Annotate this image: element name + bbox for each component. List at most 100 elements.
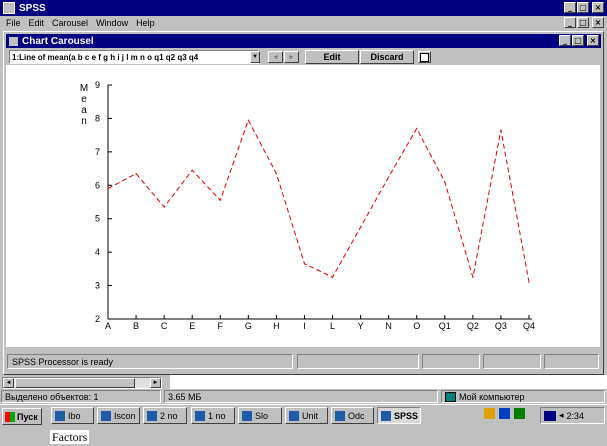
computer-icon bbox=[445, 391, 456, 402]
x-tick-label: C bbox=[161, 321, 168, 331]
taskbar-button-2[interactable]: Iscon bbox=[97, 407, 140, 424]
menu-close-button[interactable]: × bbox=[592, 17, 604, 28]
app-icon bbox=[147, 410, 157, 421]
chart-window-icon bbox=[9, 36, 18, 46]
menu-bar: File Edit Carousel Window Help _ □ × bbox=[0, 16, 607, 30]
taskbar-button-4[interactable]: 1 no bbox=[191, 407, 235, 424]
x-tick-label: Q3 bbox=[495, 321, 507, 331]
y-tick-label: 2 bbox=[95, 314, 100, 324]
menu-edit[interactable]: Edit bbox=[29, 18, 45, 28]
x-tick-label: Q2 bbox=[467, 321, 479, 331]
close-button[interactable]: × bbox=[592, 2, 604, 13]
taskbar-button-7[interactable]: Odc bbox=[331, 407, 374, 424]
system-tray: ◂ 2:34 bbox=[540, 407, 605, 424]
arrow-right-icon: ► bbox=[288, 53, 295, 61]
data-point bbox=[135, 172, 137, 175]
scroll-left-button[interactable]: ◄ bbox=[3, 378, 14, 388]
taskbar-button-6[interactable]: Unit bbox=[285, 407, 328, 424]
data-point bbox=[388, 176, 390, 178]
objects-selected-status: Выделено объектов: 1 bbox=[1, 390, 161, 403]
keyboard-layout-icon[interactable] bbox=[544, 410, 556, 421]
data-point bbox=[191, 169, 193, 171]
speaker-icon[interactable]: ◂ bbox=[559, 410, 564, 421]
app-icon bbox=[289, 410, 299, 421]
tray-icon-2[interactable] bbox=[499, 408, 510, 419]
app-icon bbox=[335, 410, 345, 421]
chevron-down-icon: ▼ bbox=[252, 54, 258, 60]
maximize-button[interactable]: □ bbox=[577, 2, 589, 13]
taskbar-button-spss[interactable]: SPSS bbox=[377, 407, 421, 424]
data-point bbox=[472, 276, 474, 278]
menu-carousel[interactable]: Carousel bbox=[52, 18, 88, 28]
next-chart-button[interactable]: ► bbox=[284, 51, 299, 63]
data-point bbox=[219, 199, 221, 201]
x-tick-label: E bbox=[189, 321, 195, 331]
spss-app-icon bbox=[3, 2, 15, 14]
save-chart-button[interactable] bbox=[418, 51, 431, 63]
minimize-button[interactable]: _ bbox=[564, 2, 576, 13]
chart-area: Mean 2 3 4 5 6 7 8 9 A B C E F G H I L Y N O Q1 Q2 Q3 Q4 bbox=[6, 65, 600, 347]
scroll-right-button[interactable]: ► bbox=[150, 378, 161, 388]
line-chart: Mean 2 3 4 5 6 7 8 9 A B C E F G H I L Y N O Q1 Q2 Q3 Q4 bbox=[80, 80, 535, 331]
tray-icon-1[interactable] bbox=[484, 408, 495, 419]
chart-select-value: 1:Line of mean(a b c e f g h i j l m n o… bbox=[12, 52, 199, 62]
edit-button[interactable]: Edit bbox=[305, 50, 359, 64]
processor-status: SPSS Processor is ready bbox=[7, 354, 293, 369]
taskbar-button-1[interactable]: Ibo bbox=[51, 407, 94, 424]
tray-icon-3[interactable] bbox=[514, 408, 525, 419]
data-point bbox=[275, 172, 277, 175]
x-tick-label: B bbox=[133, 321, 139, 331]
data-point bbox=[528, 281, 530, 283]
x-tick-label: F bbox=[218, 321, 224, 331]
edit-button-label: Edit bbox=[323, 52, 341, 62]
chart-window-titlebar[interactable]: Chart Carousel _ □ × bbox=[6, 34, 601, 48]
x-tick-label: N bbox=[385, 321, 392, 331]
floppy-disk-icon bbox=[420, 52, 429, 62]
taskbar-button-5[interactable]: Slo bbox=[238, 407, 282, 424]
series-line bbox=[107, 118, 530, 283]
quick-launch-tray bbox=[484, 408, 525, 419]
data-point bbox=[416, 127, 418, 130]
status-pane-3 bbox=[483, 354, 541, 369]
start-button[interactable]: Пуск bbox=[2, 408, 42, 425]
windows-logo-icon bbox=[5, 411, 15, 422]
x-tick-label: I bbox=[303, 321, 306, 331]
menu-window[interactable]: Window bbox=[96, 18, 128, 28]
menu-file[interactable]: File bbox=[6, 18, 21, 28]
app-icon bbox=[195, 410, 205, 421]
y-tick-label: 7 bbox=[95, 147, 100, 157]
discard-button-label: Discard bbox=[370, 52, 404, 62]
data-point bbox=[360, 226, 362, 228]
scroll-thumb[interactable] bbox=[15, 378, 135, 388]
x-tick-label: G bbox=[245, 321, 252, 331]
processor-status-text: SPSS Processor is ready bbox=[12, 356, 114, 367]
arrow-left-icon: ◄ bbox=[272, 53, 279, 61]
data-point bbox=[331, 276, 334, 278]
chart-window-title: Chart Carousel bbox=[22, 35, 94, 47]
x-tick-label: Y bbox=[358, 321, 364, 331]
chart-maximize-button[interactable]: □ bbox=[572, 35, 584, 46]
status-pane-4 bbox=[544, 354, 599, 369]
chart-select-arrow[interactable]: ▼ bbox=[250, 51, 260, 63]
y-tick-label: 5 bbox=[95, 214, 100, 224]
discard-button[interactable]: Discard bbox=[360, 50, 414, 64]
x-tick-label: Q4 bbox=[523, 321, 535, 331]
previous-chart-button[interactable]: ◄ bbox=[268, 51, 283, 63]
menu-help[interactable]: Help bbox=[136, 18, 155, 28]
x-tick-label: Q1 bbox=[439, 321, 451, 331]
taskbar-button-3[interactable]: 2 no bbox=[143, 407, 187, 424]
data-point bbox=[247, 119, 249, 121]
menu-minimize-button[interactable]: _ bbox=[564, 17, 576, 28]
background-window-fragment: ◄ ► bbox=[0, 375, 170, 389]
app-titlebar[interactable]: SPSS _ □ × bbox=[0, 0, 607, 16]
data-point bbox=[500, 129, 502, 131]
x-tick-label: H bbox=[273, 321, 280, 331]
background-scrollbar[interactable]: ◄ ► bbox=[2, 377, 162, 389]
chart-close-button[interactable]: × bbox=[587, 35, 599, 46]
clock: 2:34 bbox=[566, 410, 585, 421]
menu-restore-button[interactable]: □ bbox=[577, 17, 589, 28]
chart-select-dropdown[interactable]: 1:Line of mean(a b c e f g h i j l m n o… bbox=[9, 50, 259, 64]
status-pane-2 bbox=[422, 354, 480, 369]
computer-status: Мой компьютер bbox=[441, 390, 605, 403]
chart-minimize-button[interactable]: _ bbox=[559, 35, 571, 46]
